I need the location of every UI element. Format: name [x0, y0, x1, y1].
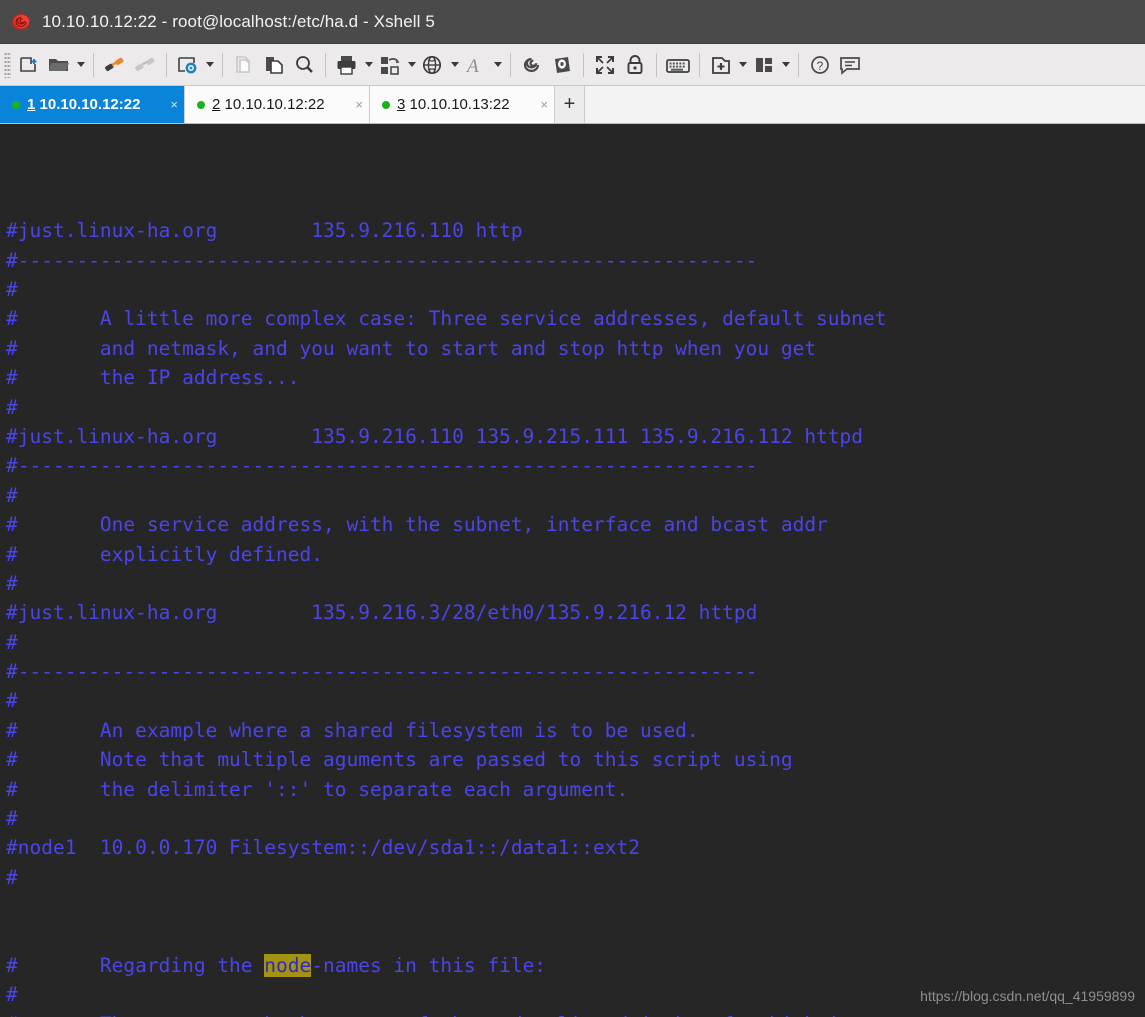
- open-folder-dropdown-caret-icon[interactable]: [74, 49, 87, 81]
- tab-label: 3 10.10.10.13:22: [397, 96, 510, 113]
- terminal-line: #---------------------------------------…: [6, 454, 758, 478]
- window-title: 10.10.10.12:22 - root@localhost:/etc/ha.…: [42, 11, 435, 31]
- terminal-line: #just.linux-ha.org 135.9.216.110 http: [6, 219, 523, 243]
- print-icon[interactable]: [332, 49, 362, 81]
- xshell-icon[interactable]: [517, 49, 547, 81]
- transfer-dropdown-caret-icon[interactable]: [405, 49, 418, 81]
- terminal-line: # Note that multiple aguments are passed…: [6, 748, 793, 772]
- new-tab-button[interactable]: +: [555, 86, 585, 123]
- terminal-screen[interactable]: #just.linux-ha.org 135.9.216.110 http #--…: [0, 124, 1145, 1017]
- terminal-line: # An example where a shared filesystem i…: [6, 718, 699, 742]
- tab-session-3[interactable]: 3 10.10.10.13:22 ×: [370, 86, 555, 123]
- tab-session-2[interactable]: 2 10.10.10.12:22 ×: [185, 86, 370, 123]
- terminal-line: #: [6, 630, 18, 654]
- terminal-line: # and netmask, and you want to start and…: [6, 336, 817, 360]
- tab-close-icon[interactable]: ×: [343, 98, 363, 111]
- terminal-plain-lines: #just.linux-ha.org 135.9.216.110 http #--…: [6, 216, 1145, 892]
- title-bar: 10.10.10.12:22 - root@localhost:/etc/ha.…: [0, 0, 1145, 44]
- keyboard-icon[interactable]: [663, 49, 693, 81]
- layout-panes-icon[interactable]: [749, 49, 779, 81]
- terminal-line: #node1 10.0.0.170 Filesystem::/dev/sda1:…: [6, 836, 640, 860]
- terminal-line-segment: # Regarding the: [6, 954, 265, 978]
- terminal-line: #just.linux-ha.org 135.9.216.110 135.9.2…: [6, 424, 864, 448]
- terminal-line: #---------------------------------------…: [6, 248, 758, 272]
- globe-icon[interactable]: [418, 49, 448, 81]
- globe-dropdown-caret-icon[interactable]: [448, 49, 461, 81]
- tab-close-icon[interactable]: ×: [158, 98, 178, 111]
- tab-title: 10.10.10.13:22: [409, 96, 510, 113]
- connect-icon[interactable]: [100, 49, 130, 81]
- terminal-line: # the delimiter '::' to separate each ar…: [6, 777, 629, 801]
- add-tab-icon[interactable]: [706, 49, 736, 81]
- terminal-line: #: [6, 395, 18, 419]
- tab-bar: 1 10.10.10.12:22 × 2 10.10.10.12:22 × 3 …: [0, 86, 1145, 124]
- terminal-line: #---------------------------------------…: [6, 660, 758, 684]
- terminal-line: #: [6, 571, 18, 595]
- watermark-text: https://blog.csdn.net/qq_41959899: [920, 987, 1135, 1004]
- terminal-line-segment: -names in this file:: [311, 954, 547, 978]
- toolbar-drag-grip[interactable]: [4, 51, 11, 78]
- toolbar-separator: [93, 52, 94, 77]
- new-session-icon[interactable]: [14, 49, 44, 81]
- find-search-icon[interactable]: [289, 49, 319, 81]
- terminal-line: # A little more complex case: Three serv…: [6, 307, 887, 331]
- terminal-line: #: [6, 865, 18, 889]
- help-question-icon[interactable]: ?: [805, 49, 835, 81]
- tab-bar-filler: [585, 86, 1145, 123]
- toolbar-separator: [699, 52, 700, 77]
- tab-title: 10.10.10.12:22: [224, 96, 325, 113]
- fullscreen-icon[interactable]: [590, 49, 620, 81]
- tab-label: 2 10.10.10.12:22: [212, 96, 325, 113]
- tab-status-dot-icon: [197, 100, 205, 109]
- print-dropdown-caret-icon[interactable]: [362, 49, 375, 81]
- tab-session-1[interactable]: 1 10.10.10.12:22 ×: [0, 86, 185, 123]
- terminal-line: # the IP address...: [6, 366, 300, 390]
- svg-text:A: A: [465, 56, 479, 76]
- tab-number: 2: [212, 96, 221, 113]
- terminal-line: #: [6, 278, 18, 301]
- toolbar-separator: [222, 52, 223, 77]
- svg-text:?: ?: [817, 59, 824, 73]
- layout-dropdown-caret-icon[interactable]: [779, 49, 792, 81]
- toolbar: A ?: [0, 44, 1145, 86]
- tab-status-dot-icon: [382, 100, 390, 109]
- xftp-icon[interactable]: [547, 49, 577, 81]
- terminal-line: # explicitly defined.: [6, 542, 323, 566]
- terminal-line: #just.linux-ha.org 135.9.216.3/28/eth0/1…: [6, 601, 758, 625]
- tab-number: 3: [397, 96, 406, 113]
- tab-number: 1: [27, 96, 36, 113]
- toolbar-separator: [656, 52, 657, 77]
- feedback-bubble-icon[interactable]: [835, 49, 865, 81]
- copy-page-icon[interactable]: [229, 49, 259, 81]
- disconnect-icon[interactable]: [130, 49, 160, 81]
- search-highlight: node: [264, 954, 312, 978]
- open-folder-icon[interactable]: [44, 49, 74, 81]
- properties-dropdown-caret-icon[interactable]: [203, 49, 216, 81]
- toolbar-separator: [583, 52, 584, 77]
- terminal-line-segment: # They must match the names of the nodes…: [6, 1013, 910, 1017]
- terminal-line: #: [6, 807, 18, 831]
- toolbar-separator: [798, 52, 799, 77]
- properties-gear-icon[interactable]: [173, 49, 203, 81]
- terminal-line: #: [6, 483, 18, 507]
- terminal-line-segment: #: [6, 983, 18, 1007]
- transfer-file-icon[interactable]: [375, 49, 405, 81]
- tab-close-icon[interactable]: ×: [528, 98, 548, 111]
- terminal-line: #: [6, 689, 18, 713]
- xshell-spiral-icon: [10, 11, 32, 33]
- tab-label: 1 10.10.10.12:22: [27, 96, 140, 113]
- font-icon[interactable]: A: [461, 49, 491, 81]
- toolbar-separator: [325, 52, 326, 77]
- terminal-line: # Regarding the node-names in this file:: [6, 951, 1145, 980]
- terminal-line: # One service address, with the subnet, …: [6, 513, 828, 537]
- font-dropdown-caret-icon[interactable]: [491, 49, 504, 81]
- paste-icon[interactable]: [259, 49, 289, 81]
- tab-status-dot-icon: [12, 100, 20, 109]
- lock-icon[interactable]: [620, 49, 650, 81]
- tab-title: 10.10.10.12:22: [39, 96, 141, 113]
- add-tab-dropdown-caret-icon[interactable]: [736, 49, 749, 81]
- toolbar-separator: [166, 52, 167, 77]
- toolbar-separator: [510, 52, 511, 77]
